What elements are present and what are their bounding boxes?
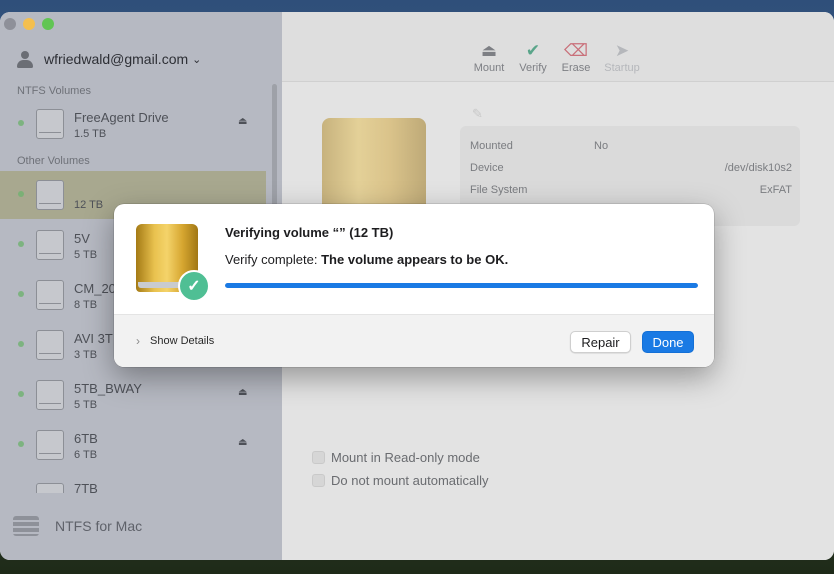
disk-icon [36,483,64,493]
info-value: ExFAT [759,184,792,196]
erase-button[interactable]: ⌫ Erase [552,40,600,74]
info-label: Mounted [470,140,513,152]
status-dot [18,241,24,247]
readonly-label: Mount in Read-only mode [331,450,480,465]
volume-size: 5 TB [74,249,98,261]
no-automount-checkbox[interactable] [312,474,325,487]
disk-icon [36,230,64,260]
status-dot [18,191,24,197]
disk-icon [36,430,64,460]
chevron-right-icon: › [136,334,140,348]
volume-size: 1.5 TB [74,128,107,140]
volume-name: AVI 3T [74,331,113,346]
startup-button[interactable]: ➤ Startup [598,40,646,74]
pencil-icon[interactable]: ✎ [472,106,483,122]
volume-size: 12 TB [74,199,104,211]
disk-icon [36,109,64,139]
sidebar-volume-item[interactable]: FreeAgent Drive 1.5 TB ⏏ [0,100,266,148]
sidebar-volume-item[interactable]: 6TB 6 TB ⏏ [0,421,266,469]
eraser-icon: ⌫ [563,41,589,60]
volume-name: 7TB [74,481,98,493]
verify-button[interactable]: ✔ Verify [509,40,557,74]
show-details-toggle[interactable]: › Show Details [136,334,214,348]
volume-size: 5 TB [74,399,98,411]
info-label: File System [470,184,528,196]
close-button[interactable] [4,18,16,30]
dialog-footer: › Show Details Repair Done [114,314,714,367]
readonly-checkbox[interactable] [312,451,325,464]
readonly-option[interactable]: Mount in Read-only mode [312,450,480,465]
show-details-label: Show Details [150,335,215,347]
eject-icon[interactable]: ⏏ [238,387,247,398]
info-row-device: Device /dev/disk10s2 [470,162,792,174]
disk-icon [36,180,64,210]
message-result: The volume appears to be OK. [321,252,509,267]
paper-plane-icon: ➤ [614,41,630,60]
account-menu[interactable]: wfriedwald@gmail.com ⌄ [16,50,201,68]
sidebar-volume-item[interactable]: 5TB_BWAY 5 TB ⏏ [0,371,266,419]
volume-size: 8 TB [74,299,98,311]
no-automount-label: Do not mount automatically [331,473,489,488]
app-icon [13,516,39,536]
verify-label: Verify [519,62,547,74]
account-email: wfriedwald@gmail.com [44,51,189,67]
zoom-button[interactable] [42,18,54,30]
section-ntfs-volumes: NTFS Volumes [17,85,91,97]
startup-label: Startup [604,62,640,74]
window-controls [4,18,54,30]
volume-size: 6 TB [74,449,98,461]
mount-label: Mount [473,62,505,74]
status-dot [18,341,24,347]
status-dot [18,391,24,397]
dialog-message: Verify complete: The volume appears to b… [225,252,508,267]
mount-icon: ⏏ [480,41,498,60]
eject-icon[interactable]: ⏏ [238,437,247,448]
eject-icon[interactable]: ⏏ [238,116,247,127]
no-automount-option[interactable]: Do not mount automatically [312,473,489,488]
erase-label: Erase [561,62,591,74]
volume-name: CM_20 [74,281,116,296]
drive-image: ✓ [136,224,210,302]
progress-bar [225,283,698,288]
chevron-down-icon: ⌄ [192,53,202,66]
info-value: /dev/disk10s2 [724,162,792,174]
mount-button[interactable]: ⏏ Mount [465,40,513,74]
volume-name: 5TB_BWAY [74,381,142,396]
info-row-file-system: File System ExFAT [470,184,792,196]
status-dot [18,291,24,297]
message-prefix: Verify complete: [225,252,322,267]
disk-icon [36,380,64,410]
checkmark-icon: ✔ [525,41,541,60]
user-icon [16,50,34,68]
info-row-mounted: Mounted No [470,140,792,152]
dialog-title: Verifying volume “” (12 TB) [225,225,394,240]
volume-name: 6TB [74,431,98,446]
info-label: Device [470,162,504,174]
done-button[interactable]: Done [642,331,694,353]
progress-fill [225,283,698,288]
volume-name: FreeAgent Drive [74,110,169,125]
repair-button[interactable]: Repair [570,331,631,353]
info-value: No [594,140,609,152]
volume-size: 3 TB [74,349,98,361]
volume-name: 5V [74,231,90,246]
toolbar: ⏏ Mount ✔ Verify ⌫ Erase ➤ Startup [282,12,834,82]
app-name: NTFS for Mac [55,518,143,534]
sidebar-volume-item[interactable]: 7TB [0,471,266,493]
verify-dialog: ✓ Verifying volume “” (12 TB) Verify com… [114,204,714,367]
status-dot [18,120,24,126]
status-dot [18,441,24,447]
checkmark-badge-icon: ✓ [178,270,210,302]
section-other-volumes: Other Volumes [17,155,90,167]
app-footer: NTFS for Mac [13,516,142,536]
disk-icon [36,280,64,310]
minimize-button[interactable] [23,18,35,30]
disk-icon [36,330,64,360]
